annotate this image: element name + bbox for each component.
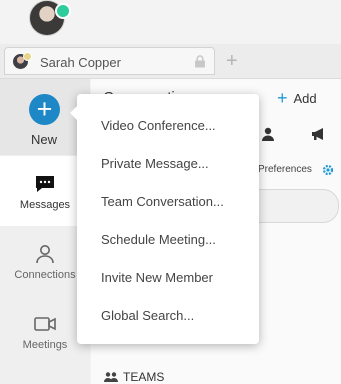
chat-bubble-icon	[36, 176, 54, 192]
preferences-link[interactable]: Preferences	[258, 164, 312, 175]
tab-label: Sarah Copper	[40, 55, 121, 70]
add-label: Add	[293, 91, 317, 106]
presence-status-indicator	[55, 3, 71, 19]
add-tab-button[interactable]: +	[226, 47, 238, 75]
tab-avatar-badge	[23, 52, 32, 61]
menu-item-video-conference[interactable]: Video Conference...	[101, 118, 216, 133]
people-icon	[104, 372, 118, 382]
video-camera-icon	[34, 317, 56, 331]
new-menu-popup: Video Conference... Private Message... T…	[70, 94, 259, 344]
plus-icon: +	[277, 88, 288, 108]
menu-item-private-message[interactable]: Private Message...	[101, 156, 209, 171]
top-bar	[0, 0, 341, 44]
tab-row: Sarah Copper +	[0, 44, 341, 79]
menu-item-global-search[interactable]: Global Search...	[101, 308, 194, 323]
menu-item-invite-new-member[interactable]: Invite New Member	[101, 270, 213, 285]
tab-sarah-copper[interactable]: Sarah Copper	[4, 47, 215, 75]
teams-label: TEAMS	[123, 370, 165, 384]
gear-icon[interactable]	[322, 164, 334, 176]
menu-item-schedule-meeting[interactable]: Schedule Meeting...	[101, 232, 216, 247]
menu-arrow	[70, 105, 78, 121]
megaphone-icon[interactable]	[310, 126, 328, 142]
new-label: New	[30, 132, 57, 147]
person-icon	[36, 245, 54, 264]
menu-item-team-conversation[interactable]: Team Conversation...	[101, 194, 224, 209]
teams-section-header[interactable]: TEAMS	[103, 370, 164, 384]
add-button[interactable]: + Add	[277, 88, 317, 109]
plus-icon: +	[29, 94, 60, 125]
lock-icon	[195, 55, 205, 68]
person-icon[interactable]	[260, 126, 276, 142]
